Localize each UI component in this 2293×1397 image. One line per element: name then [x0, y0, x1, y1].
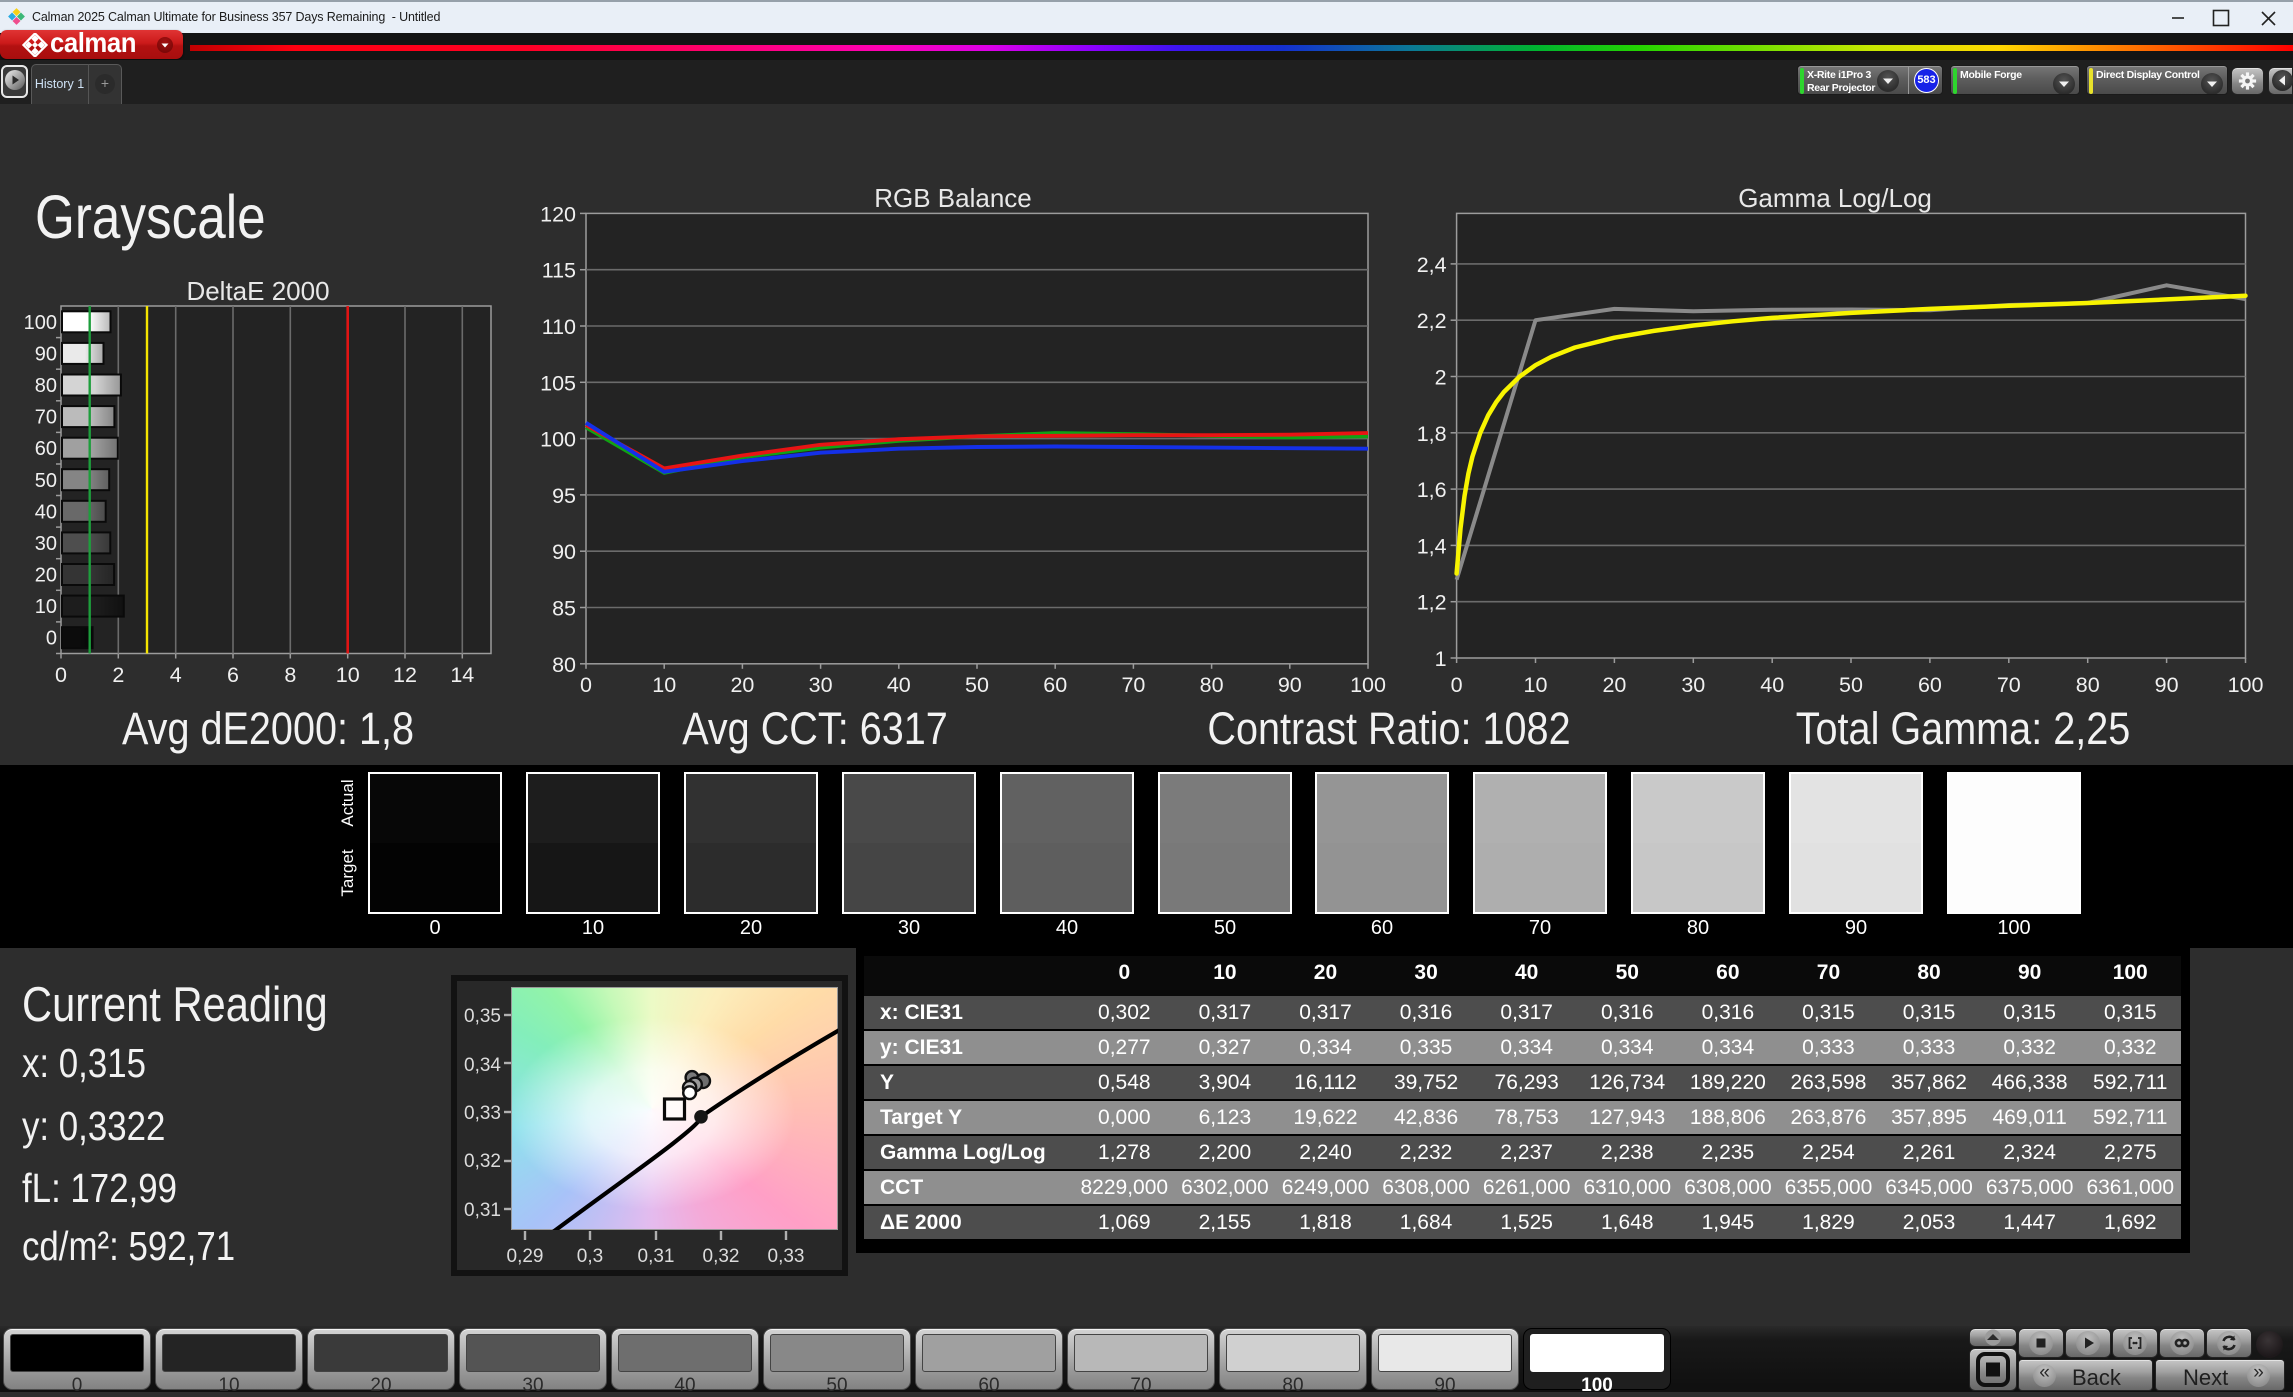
svg-text:100: 100	[1350, 673, 1386, 697]
svg-text:Gamma Log/Log: Gamma Log/Log	[1738, 183, 1932, 213]
svg-text:80: 80	[552, 653, 576, 677]
svg-text:0,33: 0,33	[464, 1103, 501, 1124]
svg-text:20: 20	[1602, 673, 1626, 697]
svg-text:0,29: 0,29	[507, 1246, 544, 1267]
svg-text:70: 70	[35, 407, 57, 429]
svg-text:10: 10	[336, 663, 360, 687]
svg-text:0: 0	[580, 673, 592, 697]
svg-text:120: 120	[540, 202, 576, 226]
svg-text:0: 0	[46, 628, 57, 650]
svg-text:DeltaE 2000: DeltaE 2000	[186, 276, 329, 306]
svg-text:0: 0	[1451, 673, 1463, 697]
svg-text:50: 50	[35, 470, 57, 492]
svg-text:60: 60	[35, 438, 57, 460]
svg-text:0,35: 0,35	[464, 1006, 501, 1027]
svg-text:10: 10	[652, 673, 676, 697]
svg-text:80: 80	[35, 375, 57, 397]
svg-text:40: 40	[887, 673, 911, 697]
svg-text:12: 12	[393, 663, 417, 687]
svg-text:1,6: 1,6	[1417, 478, 1447, 502]
svg-text:0,3: 0,3	[577, 1246, 603, 1267]
svg-text:6: 6	[227, 663, 239, 687]
svg-text:40: 40	[35, 501, 57, 523]
svg-text:10: 10	[35, 596, 57, 618]
svg-text:1,8: 1,8	[1417, 422, 1447, 446]
svg-text:50: 50	[965, 673, 989, 697]
svg-text:1: 1	[1435, 647, 1447, 671]
svg-text:115: 115	[542, 259, 576, 283]
svg-text:100: 100	[540, 428, 576, 452]
svg-text:20: 20	[35, 565, 57, 587]
svg-text:110: 110	[542, 315, 576, 339]
svg-text:105: 105	[540, 371, 576, 395]
svg-text:95: 95	[552, 484, 576, 508]
svg-text:70: 70	[1121, 673, 1145, 697]
svg-text:0,31: 0,31	[638, 1246, 675, 1267]
svg-text:90: 90	[552, 540, 576, 564]
svg-text:0,34: 0,34	[464, 1055, 501, 1076]
svg-text:0,33: 0,33	[768, 1246, 805, 1267]
svg-text:30: 30	[809, 673, 833, 697]
svg-text:70: 70	[1997, 673, 2021, 697]
svg-text:0,31: 0,31	[464, 1200, 501, 1221]
svg-text:RGB Balance: RGB Balance	[874, 183, 1032, 213]
svg-text:14: 14	[450, 663, 474, 687]
svg-text:90: 90	[1278, 673, 1302, 697]
svg-text:1,4: 1,4	[1417, 534, 1447, 558]
svg-text:60: 60	[1918, 673, 1942, 697]
svg-text:0,32: 0,32	[464, 1151, 501, 1172]
svg-text:0,32: 0,32	[703, 1246, 740, 1267]
svg-text:2: 2	[1435, 366, 1447, 390]
svg-text:10: 10	[1524, 673, 1548, 697]
svg-text:40: 40	[1760, 673, 1784, 697]
svg-text:1,2: 1,2	[1417, 591, 1447, 615]
svg-text:100: 100	[24, 312, 57, 334]
svg-text:2: 2	[112, 663, 124, 687]
svg-text:50: 50	[1839, 673, 1863, 697]
svg-text:85: 85	[552, 597, 576, 621]
svg-text:0: 0	[55, 663, 67, 687]
svg-text:60: 60	[1043, 673, 1067, 697]
svg-text:90: 90	[2155, 673, 2179, 697]
svg-text:80: 80	[1200, 673, 1224, 697]
svg-text:2,2: 2,2	[1417, 309, 1447, 333]
svg-text:30: 30	[1681, 673, 1705, 697]
svg-text:90: 90	[35, 343, 57, 365]
svg-text:2,4: 2,4	[1417, 253, 1447, 277]
svg-text:80: 80	[2076, 673, 2100, 697]
svg-text:100: 100	[2228, 673, 2264, 697]
svg-text:4: 4	[170, 663, 182, 687]
svg-text:8: 8	[284, 663, 296, 687]
svg-text:30: 30	[35, 533, 57, 555]
svg-text:20: 20	[730, 673, 754, 697]
